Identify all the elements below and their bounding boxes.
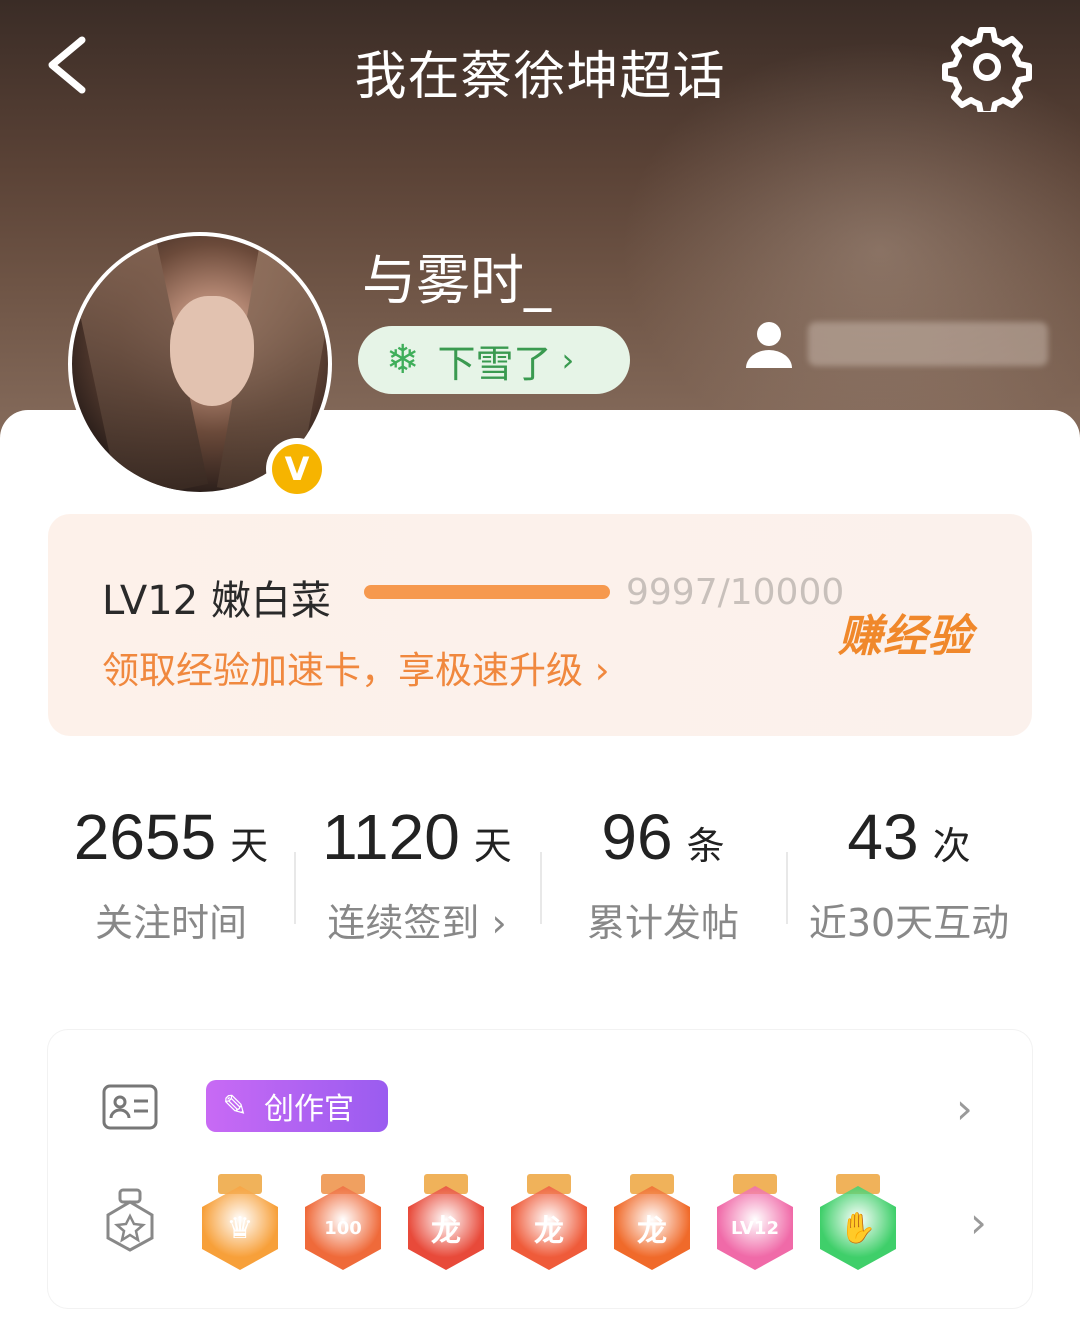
- page-title: 我在蔡徐坤超话: [354, 47, 726, 107]
- stat-checkin[interactable]: 1120 天 连续签到 ›: [294, 800, 540, 947]
- verified-badge-icon: V: [266, 438, 328, 500]
- blurred-info: [808, 322, 1048, 366]
- username: 与雾时_: [362, 249, 551, 312]
- person-icon: [746, 322, 792, 368]
- dragon-medal-2-icon[interactable]: 龙: [509, 1168, 589, 1274]
- dragon-medal-1-icon[interactable]: 龙: [406, 1168, 486, 1274]
- pen-icon: ✎: [222, 1088, 248, 1124]
- snowflake-icon: ❄: [386, 337, 420, 383]
- level-exp: 9997/10000: [626, 572, 845, 613]
- stat-follow-time: 2655 天 关注时间: [73, 801, 269, 945]
- creator-badge[interactable]: ✎ 创作官: [206, 1080, 388, 1132]
- 100-days-medal-icon[interactable]: 100: [303, 1168, 383, 1274]
- speed-card-link[interactable]: 领取经验加速卡，享极速升级 ›: [102, 640, 610, 694]
- level-progress-bar: [364, 585, 610, 599]
- level-label: LV12 嫩白菜: [102, 578, 331, 624]
- stats-row: 2655 天 关注时间 1120 天 连续签到 › 96 条 累计发帖 43 次 近30…: [48, 800, 1032, 980]
- stat-interactions: 43 次 近30天互动: [808, 801, 1010, 945]
- hand-medal-icon[interactable]: ✋: [818, 1168, 898, 1274]
- medal-list[interactable]: ♛ 100 龙龙龙 LV12 ✋: [200, 1168, 920, 1274]
- earn-exp-button[interactable]: 赚经验: [838, 600, 973, 664]
- status-label: 下雪了: [437, 341, 552, 386]
- chevron-right-icon[interactable]: ›: [970, 1198, 987, 1247]
- dragon-medal-3-icon[interactable]: 龙: [612, 1168, 692, 1274]
- id-card-icon: [102, 1084, 158, 1130]
- stat-posts: 96 条 累计发帖: [586, 801, 739, 945]
- chevron-right-icon[interactable]: ›: [956, 1084, 973, 1133]
- chevron-right-icon: ›: [561, 341, 575, 379]
- lv12-medal-icon[interactable]: LV12: [715, 1168, 795, 1274]
- crown-medal-icon[interactable]: ♛: [200, 1168, 280, 1274]
- medal-icon: [106, 1188, 154, 1252]
- creator-label: 创作官: [264, 1092, 354, 1127]
- status-pill[interactable]: ❄ 下雪了 ›: [358, 326, 630, 394]
- gear-icon[interactable]: [942, 22, 1032, 112]
